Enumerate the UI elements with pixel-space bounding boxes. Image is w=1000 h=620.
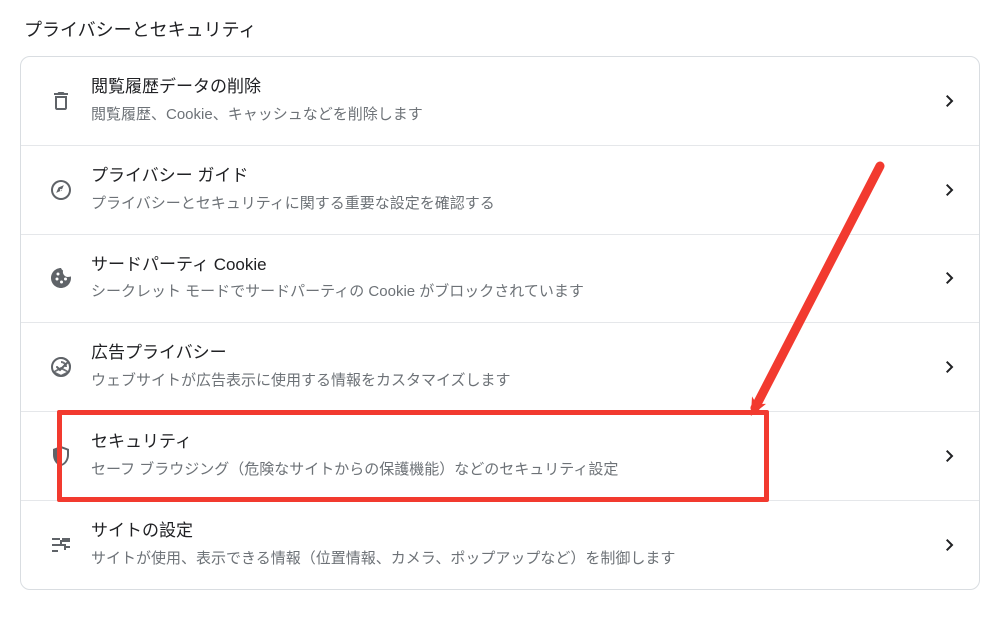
row-ad-privacy[interactable]: 広告プライバシー ウェブサイトが広告表示に使用する情報をカスタマイズします [21,322,979,411]
row-desc: プライバシーとセキュリティに関する重要な設定を確認する [91,192,935,216]
settings-card: 閲覧履歴データの削除 閲覧履歴、Cookie、キャッシュなどを削除します プライ… [20,56,980,590]
row-text: プライバシー ガイド プライバシーとセキュリティに関する重要な設定を確認する [91,164,935,216]
cookie-icon [31,266,91,290]
row-desc: セーフ ブラウジング（危険なサイトからの保護機能）などのセキュリティ設定 [91,458,935,482]
row-third-party-cookies[interactable]: サードパーティ Cookie シークレット モードでサードパーティの Cooki… [21,234,979,323]
tune-icon [31,533,91,557]
trash-icon [31,89,91,113]
row-text: 閲覧履歴データの削除 閲覧履歴、Cookie、キャッシュなどを削除します [91,75,935,127]
row-title: サイトの設定 [91,519,935,543]
row-privacy-guide[interactable]: プライバシー ガイド プライバシーとセキュリティに関する重要な設定を確認する [21,145,979,234]
chevron-right-icon [935,95,965,107]
row-title: サードパーティ Cookie [91,253,935,277]
row-text: サードパーティ Cookie シークレット モードでサードパーティの Cooki… [91,253,935,305]
row-title: プライバシー ガイド [91,164,935,188]
row-desc: サイトが使用、表示できる情報（位置情報、カメラ、ポップアップなど）を制御します [91,547,935,571]
ad-target-icon [31,355,91,379]
row-text: セキュリティ セーフ ブラウジング（危険なサイトからの保護機能）などのセキュリテ… [91,430,935,482]
row-title: セキュリティ [91,430,935,454]
row-title: 広告プライバシー [91,341,935,365]
row-text: 広告プライバシー ウェブサイトが広告表示に使用する情報をカスタマイズします [91,341,935,393]
section-title: プライバシーとセキュリティ [24,16,980,42]
chevron-right-icon [935,450,965,462]
row-clear-browsing-data[interactable]: 閲覧履歴データの削除 閲覧履歴、Cookie、キャッシュなどを削除します [21,57,979,145]
row-title: 閲覧履歴データの削除 [91,75,935,99]
chevron-right-icon [935,184,965,196]
row-site-settings[interactable]: サイトの設定 サイトが使用、表示できる情報（位置情報、カメラ、ポップアップなど）… [21,500,979,589]
compass-icon [31,178,91,202]
chevron-right-icon [935,272,965,284]
row-desc: 閲覧履歴、Cookie、キャッシュなどを削除します [91,103,935,127]
row-desc: ウェブサイトが広告表示に使用する情報をカスタマイズします [91,369,935,393]
row-desc: シークレット モードでサードパーティの Cookie がブロックされています [91,280,935,304]
row-security[interactable]: セキュリティ セーフ ブラウジング（危険なサイトからの保護機能）などのセキュリテ… [21,411,979,500]
shield-icon [31,444,91,468]
chevron-right-icon [935,539,965,551]
row-text: サイトの設定 サイトが使用、表示できる情報（位置情報、カメラ、ポップアップなど）… [91,519,935,571]
chevron-right-icon [935,361,965,373]
